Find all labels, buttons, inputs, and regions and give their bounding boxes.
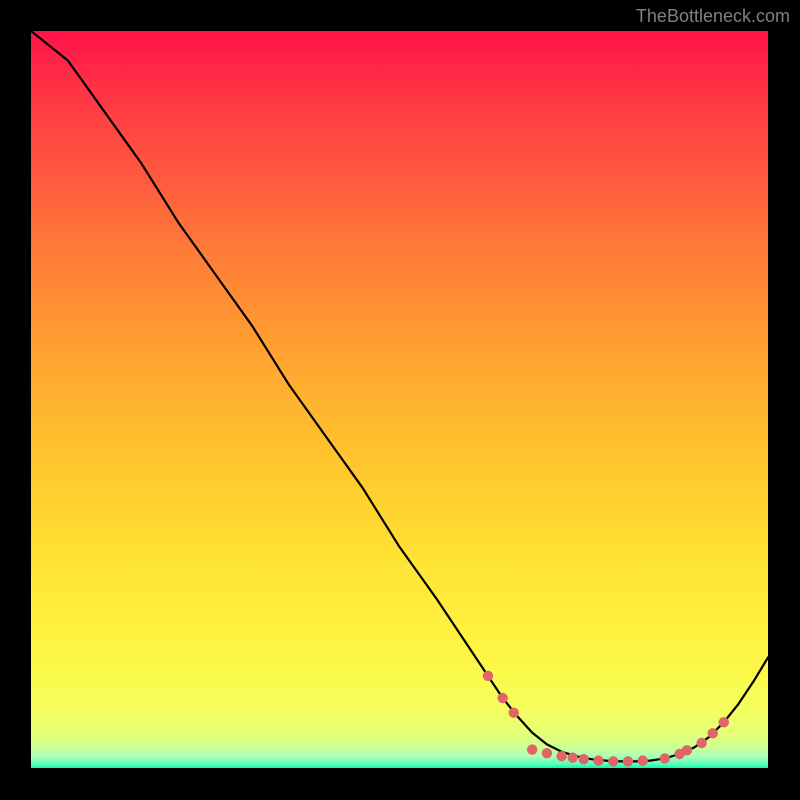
gradient-background — [31, 31, 768, 768]
attribution-text: TheBottleneck.com — [636, 6, 790, 27]
plot-area — [31, 31, 768, 768]
